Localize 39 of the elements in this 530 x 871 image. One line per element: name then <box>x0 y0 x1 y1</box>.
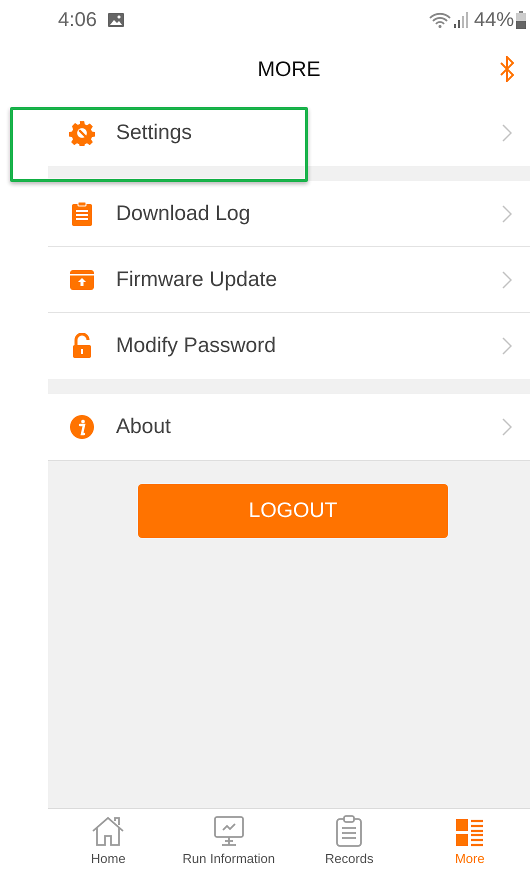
chevron-right-icon <box>502 204 512 222</box>
monitor-chart-icon <box>212 814 245 846</box>
nav-tab[interactable]: Home <box>48 809 168 871</box>
chevron-right-icon <box>502 270 512 288</box>
unlocked-padlock-icon <box>71 333 93 359</box>
chevron-right-icon <box>502 337 512 355</box>
nav-tab-label: More <box>454 850 485 868</box>
info-icon <box>69 414 95 440</box>
battery-icon <box>516 11 526 29</box>
battery-percentage: 44% <box>474 8 514 33</box>
clipboard-icon <box>71 200 93 226</box>
menu-item-label: Modify Password <box>116 333 277 360</box>
grid-list-icon <box>456 818 484 846</box>
bluetooth-icon[interactable] <box>500 56 514 82</box>
menu-item[interactable]: Modify Password <box>48 313 530 379</box>
menu-item-label: About <box>116 414 172 440</box>
clipboard-icon <box>335 814 364 846</box>
nav-tab-label: Run Information <box>182 850 275 868</box>
menu-item[interactable]: About <box>48 394 530 460</box>
image-icon <box>108 13 124 27</box>
chevron-right-icon <box>502 124 512 142</box>
menu-item[interactable]: Firmware Update <box>48 247 530 313</box>
menu-item-label: Settings <box>116 120 193 146</box>
menu-item-label: Download Log <box>116 200 252 227</box>
nav-tab[interactable]: Records <box>289 809 410 871</box>
wifi-icon <box>428 12 451 28</box>
page-title: MORE <box>258 57 320 84</box>
signal-icon <box>454 12 468 28</box>
nav-tab[interactable]: Run Information <box>168 809 289 871</box>
house-icon <box>90 814 126 846</box>
menu-item[interactable]: Download Log <box>48 181 530 247</box>
menu-item[interactable]: Settings <box>48 100 530 166</box>
nav-tab-label: Records <box>325 850 374 868</box>
upload-box-icon <box>69 268 95 290</box>
chevron-right-icon <box>502 418 512 436</box>
gear-icon <box>69 120 95 146</box>
status-time: 4:06 <box>58 8 97 33</box>
nav-tab-label: Home <box>90 850 126 868</box>
menu-item-label: Firmware Update <box>116 266 278 293</box>
